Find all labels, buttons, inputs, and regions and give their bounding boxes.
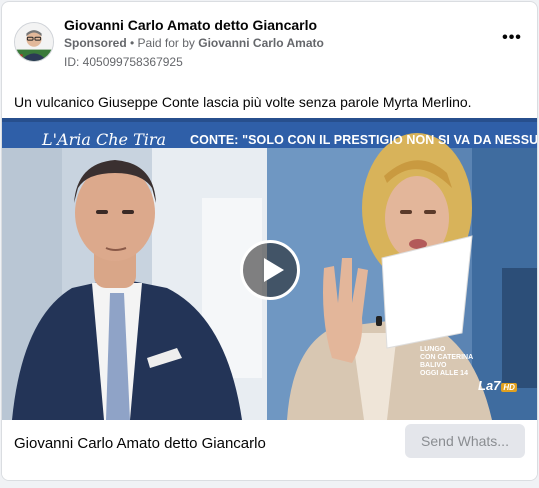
hd-badge: HD — [501, 383, 517, 392]
channel-name: La7 — [478, 378, 501, 393]
play-icon[interactable] — [240, 240, 300, 300]
paid-for-prefix: Paid for by — [137, 36, 199, 50]
footer-page-name[interactable]: Giovanni Carlo Amato detto Giancarlo — [14, 435, 266, 452]
ad-card: Giovanni Carlo Amato detto Giancarlo Spo… — [1, 1, 538, 481]
post-caption: Un vulcanico Giuseppe Conte lascia più v… — [14, 94, 472, 110]
channel-logo: La7 HD — [478, 378, 517, 393]
promo-line-1: LUNGO — [420, 346, 446, 353]
more-options-icon[interactable]: ••• — [501, 30, 523, 48]
send-whatsapp-button[interactable]: Send Whats... — [405, 424, 525, 458]
news-banner: CONTE: "SOLO CON IL PRESTIGIO NON SI VA … — [190, 133, 538, 147]
promo-line-3: OGGI ALLE 14 — [420, 370, 468, 377]
ad-id: ID: 405099758367925 — [64, 55, 183, 69]
video-thumbnail[interactable]: L'Aria Che Tira CONTE: "SOLO CON IL PRES… — [2, 118, 538, 420]
ad-footer: Giovanni Carlo Amato detto Giancarlo Sen… — [2, 420, 537, 480]
page-name[interactable]: Giovanni Carlo Amato detto Giancarlo — [64, 17, 317, 33]
promo-lower-third: LUNGO CON CATERINA BALIVO OGGI ALLE 14 — [420, 346, 500, 378]
payer-name: Giovanni Carlo Amato — [198, 36, 324, 50]
promo-line-2: CON CATERINA BALIVO — [420, 354, 473, 369]
channel-show-logo: L'Aria Che Tira — [42, 130, 167, 149]
separator-dot: • — [126, 36, 138, 50]
sponsored-label[interactable]: Sponsored — [64, 36, 127, 50]
avatar[interactable] — [14, 22, 54, 62]
post-header: Giovanni Carlo Amato detto Giancarlo Spo… — [2, 2, 537, 84]
sponsored-line: Sponsored • Paid for by Giovanni Carlo A… — [64, 36, 324, 50]
